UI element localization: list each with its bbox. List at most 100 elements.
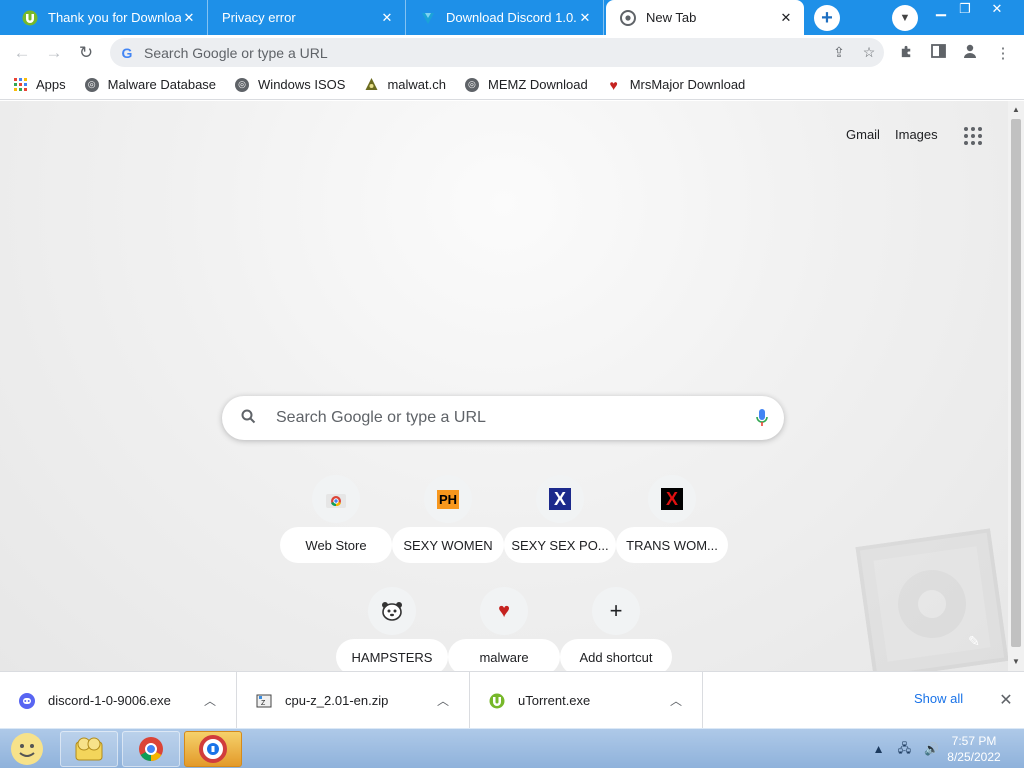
plus-icon: +	[821, 6, 833, 29]
restore-button[interactable]: ❐	[952, 0, 978, 18]
minimize-button[interactable]: ▁	[928, 0, 954, 18]
add-shortcut-button[interactable]: + Add shortcut	[560, 587, 672, 671]
gmail-link[interactable]: Gmail	[846, 127, 880, 142]
network-icon[interactable]: 🖧	[898, 739, 911, 760]
download-filename: uTorrent.exe	[518, 693, 591, 708]
shortcut-label: TRANS WOM...	[616, 527, 728, 563]
address-input[interactable]	[142, 43, 824, 62]
forward-button[interactable]: →	[42, 41, 66, 65]
scrollbar-thumb[interactable]	[1011, 119, 1021, 647]
download-shelf: discord-1-0-9006.exe ︿ Z cpu-z_2.01-en.z…	[0, 671, 1024, 729]
taskbar-explorer[interactable]	[60, 731, 118, 767]
omnibox[interactable]: G ⇪ ☆	[110, 38, 884, 67]
tab-title: Thank you for Downloading	[48, 10, 181, 25]
microphone-icon[interactable]	[740, 409, 784, 427]
download-filename: discord-1-0-9006.exe	[48, 693, 171, 708]
taskbar-chrome[interactable]	[122, 731, 180, 767]
shortcut-malware[interactable]: ♥ malware	[448, 587, 560, 671]
bookmark-label: MrsMajor Download	[629, 77, 746, 92]
bookmarks-bar: Apps ◎ Malware Database ◎ Windows ISOS m…	[0, 70, 1024, 100]
new-tab-button[interactable]: +	[814, 5, 840, 31]
shortcut-web-store[interactable]: Web Store	[280, 475, 392, 587]
volume-icon[interactable]: 🔊	[924, 742, 939, 756]
chevron-up-icon[interactable]: ︿	[664, 692, 688, 709]
download-item-cpuz[interactable]: Z cpu-z_2.01-en.zip ︿	[237, 672, 470, 729]
globe-icon: ◎	[234, 77, 250, 93]
profile-icon	[962, 43, 978, 63]
tab-search-button[interactable]: ▼	[892, 5, 918, 31]
download-item-utorrent[interactable]: uTorrent.exe ︿	[470, 672, 703, 729]
tab-strip: Thank you for Downloading ✕ Privacy erro…	[0, 0, 1024, 35]
puzzle-icon	[899, 44, 914, 63]
back-button[interactable]: ←	[10, 41, 34, 65]
search-box[interactable]	[222, 396, 784, 440]
smiley-folder-icon	[75, 737, 103, 761]
chevron-up-icon[interactable]: ︿	[198, 692, 222, 709]
bookmark-malwatch[interactable]: malwat.ch	[363, 77, 446, 93]
toolbar: ← → ↻ G ⇪ ☆ ⋮	[0, 35, 1024, 70]
bookmark-malware-database[interactable]: ◎ Malware Database	[84, 77, 216, 93]
web-store-icon	[312, 475, 360, 523]
taskbar-app-active[interactable]	[184, 731, 242, 767]
bookmark-windows-isos[interactable]: ◎ Windows ISOS	[234, 77, 345, 93]
show-all-button[interactable]: Show all	[914, 691, 963, 711]
bookmark-memz-download[interactable]: ◎ MEMZ Download	[464, 77, 588, 93]
tray-expand-icon[interactable]: ▲	[873, 742, 885, 756]
page-scrollbar[interactable]: ▲ ▼	[1008, 101, 1024, 671]
close-window-button[interactable]: ✕	[984, 0, 1010, 18]
heart-icon: ♥	[609, 76, 618, 93]
shortcut-label: Add shortcut	[560, 639, 672, 671]
shortcut-trans-wom[interactable]: X TRANS WOM...	[616, 475, 728, 587]
tab-title: Privacy error	[222, 10, 296, 25]
shortcut-label: Web Store	[280, 527, 392, 563]
scroll-down-icon[interactable]: ▼	[1008, 657, 1024, 666]
profile-button[interactable]	[957, 41, 983, 65]
clock-date: 8/25/2022	[947, 750, 1001, 764]
download-filename: cpu-z_2.01-en.zip	[285, 693, 389, 708]
globe-icon: ◎	[464, 77, 480, 93]
hamster-icon	[368, 587, 416, 635]
restore-icon: ❐	[959, 1, 971, 16]
images-link[interactable]: Images	[895, 127, 938, 142]
pencil-icon: ✎	[968, 632, 980, 649]
lock-app-icon	[199, 735, 227, 763]
tab-thank-you[interactable]: Thank you for Downloading ✕	[8, 0, 208, 35]
reload-button[interactable]: ↻	[74, 41, 98, 65]
malwatch-icon	[363, 77, 379, 93]
bookmark-label: MEMZ Download	[487, 77, 588, 92]
bookmark-star-icon[interactable]: ☆	[854, 44, 884, 61]
bookmark-mrsmajor-download[interactable]: ♥ MrsMajor Download	[606, 77, 746, 93]
shortcut-sexy-women[interactable]: PH SEXY WOMEN	[392, 475, 504, 587]
chrome-icon	[139, 737, 163, 761]
download-item-discord[interactable]: discord-1-0-9006.exe ︿	[0, 672, 237, 729]
clock[interactable]: 7:57 PM 8/25/2022	[946, 733, 1002, 765]
google-apps-button[interactable]	[962, 125, 984, 147]
bookmark-label: malwat.ch	[387, 77, 446, 92]
close-icon[interactable]: ✕	[996, 690, 1016, 710]
tab-close-icon[interactable]: ✕	[577, 10, 593, 26]
tab-download-discord[interactable]: Download Discord 1.0.9006 ✕	[406, 0, 604, 35]
menu-button[interactable]: ⋮	[990, 41, 1016, 65]
share-icon[interactable]: ⇪	[824, 44, 854, 61]
tab-close-icon[interactable]: ✕	[181, 10, 197, 26]
tab-privacy-error[interactable]: Privacy error ✕	[208, 0, 406, 35]
svg-text:Z: Z	[261, 700, 266, 707]
bookmark-label: Malware Database	[107, 77, 217, 92]
tab-close-icon[interactable]: ✕	[778, 10, 794, 26]
customize-button[interactable]: ✎	[962, 629, 986, 653]
search-input[interactable]	[274, 408, 740, 428]
apps-grid-icon	[12, 77, 28, 93]
chevron-up-icon[interactable]: ︿	[431, 692, 455, 709]
google-g-icon: G	[121, 44, 133, 61]
tab-new-tab[interactable]: New Tab ✕	[606, 0, 804, 35]
shortcut-sexy-sex-po[interactable]: X SEXY SEX PO...	[504, 475, 616, 587]
shortcut-hampsters[interactable]: HAMPSTERS	[336, 587, 448, 671]
close-icon: ✕	[991, 1, 1003, 16]
side-panel-button[interactable]	[925, 41, 951, 65]
side-panel-icon	[930, 44, 946, 62]
start-button[interactable]	[6, 731, 48, 767]
bookmark-apps[interactable]: Apps	[12, 77, 66, 93]
extensions-button[interactable]	[893, 41, 919, 65]
tab-close-icon[interactable]: ✕	[379, 10, 395, 26]
scroll-up-icon[interactable]: ▲	[1008, 105, 1024, 114]
